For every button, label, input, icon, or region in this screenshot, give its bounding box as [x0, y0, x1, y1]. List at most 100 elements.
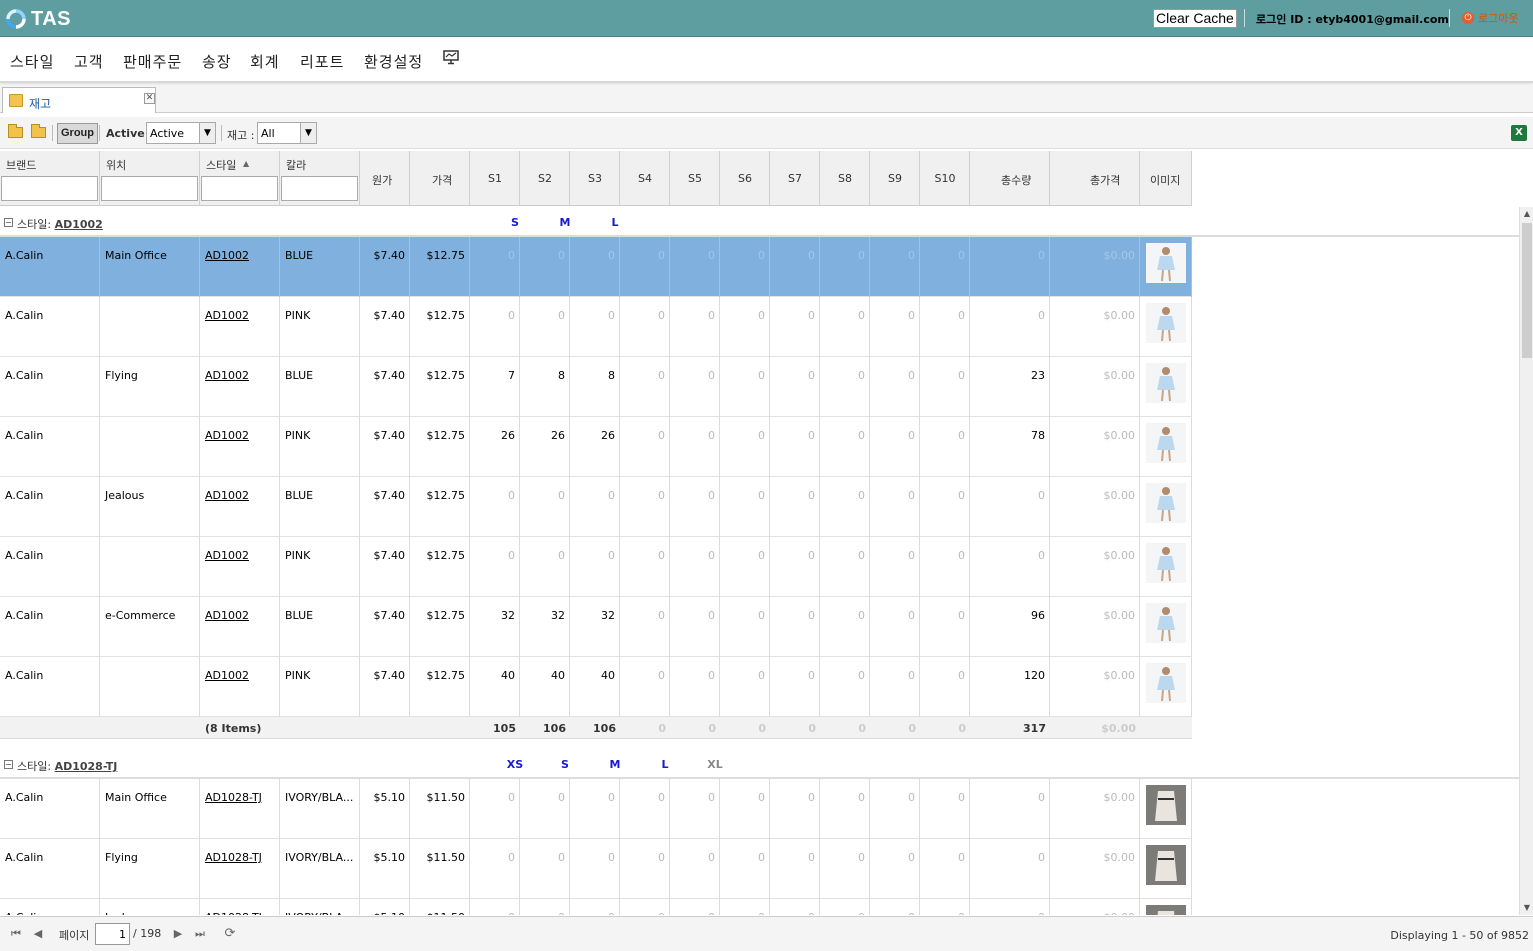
prev-page-icon[interactable]: ◀	[31, 927, 45, 941]
col-s1[interactable]: S1	[470, 151, 520, 206]
location-filter-input[interactable]	[101, 176, 198, 201]
app-logo[interactable]: TAS	[6, 7, 71, 31]
menu-item-accounting[interactable]: 회계	[250, 51, 280, 72]
table-row[interactable]: A.Calin Main Office AD1028-TJ IVORY/BLA... $…	[0, 779, 1192, 839]
location-cell: e-Commerce	[100, 597, 200, 657]
open-folder-icon[interactable]	[8, 124, 23, 138]
menu-item-settings[interactable]: 환경설정	[364, 51, 423, 72]
product-thumbnail[interactable]	[1146, 845, 1186, 885]
col-s6[interactable]: S6	[720, 151, 770, 206]
active-select[interactable]: Active ▼	[146, 122, 216, 144]
style-link[interactable]: AD1002	[205, 249, 249, 262]
menu-item-sales-order[interactable]: 판매주문	[123, 51, 182, 72]
col-cost[interactable]: 원가	[360, 151, 410, 206]
product-thumbnail[interactable]	[1146, 363, 1186, 403]
style-link[interactable]: AD1002	[205, 309, 249, 322]
next-page-icon[interactable]: ▶	[171, 927, 185, 941]
group-style-link[interactable]: AD1002	[55, 218, 103, 231]
close-icon[interactable]: ✕	[144, 93, 155, 104]
style-link[interactable]: AD1002	[205, 369, 249, 382]
style-link[interactable]: AD1002	[205, 609, 249, 622]
table-row[interactable]: A.Calin e-Commerce AD1002 BLUE $7.40 $12.75 32…	[0, 597, 1192, 657]
col-s3[interactable]: S3	[570, 151, 620, 206]
table-row[interactable]: A.Calin AD1002 PINK $7.40 $12.75 26 26 26 0 0 0 0 0 0…	[0, 417, 1192, 477]
table-row[interactable]: A.Calin Main Office AD1002 BLUE $7.40 $12.75 0…	[0, 237, 1192, 297]
table-row[interactable]: A.Calin AD1002 PINK $7.40 $12.75 40 40 40 0 0 0 0 0 0…	[0, 657, 1192, 717]
total-price-cell: $0.00	[1050, 237, 1140, 297]
style-link[interactable]: AD1028-TJ	[205, 851, 262, 864]
table-row[interactable]: A.Calin Jealous AD1002 BLUE $7.40 $12.75 0 0 0 0 0…	[0, 477, 1192, 537]
menu-item-style[interactable]: 스타일	[10, 51, 54, 72]
group-header[interactable]: − 스타일: AD1002 S M L	[0, 207, 1519, 237]
group-size-label: S	[561, 758, 569, 771]
folder-icon[interactable]	[31, 124, 46, 138]
inventory-select[interactable]: All ▼	[257, 122, 317, 144]
first-page-icon[interactable]: ⏮	[9, 927, 23, 941]
color-filter-input[interactable]	[281, 176, 358, 201]
scroll-up-icon[interactable]: ▲	[1520, 207, 1533, 221]
collapse-icon[interactable]: −	[4, 760, 13, 769]
col-price[interactable]: 가격	[410, 151, 470, 206]
style-link[interactable]: AD1002	[205, 489, 249, 502]
excel-export-icon[interactable]: X	[1511, 125, 1527, 141]
monitor-icon[interactable]	[443, 50, 459, 65]
col-s10[interactable]: S10	[920, 151, 970, 206]
product-thumbnail[interactable]	[1146, 423, 1186, 463]
page-number-input[interactable]: 1	[95, 923, 130, 945]
style-link[interactable]: AD1028-TJ	[205, 911, 262, 915]
style-link[interactable]: AD1028-TJ	[205, 791, 262, 804]
group-header[interactable]: − 스타일: AD1028-TJ XS S M L XL	[0, 749, 1519, 779]
table-row[interactable]: A.CalinJealous AD1028-TJ IVORY/BLA...$5.10…	[0, 899, 1192, 915]
col-brand[interactable]: 브랜드	[0, 151, 100, 206]
table-row[interactable]: A.Calin Flying AD1002 BLUE $7.40 $12.75 7 8 8 0 0 0…	[0, 357, 1192, 417]
product-thumbnail[interactable]	[1146, 603, 1186, 643]
col-s9[interactable]: S9	[870, 151, 920, 206]
col-style[interactable]: 스타일 ▲	[200, 151, 280, 206]
table-row[interactable]: A.Calin Flying AD1028-TJ IVORY/BLA... $5.10 $…	[0, 839, 1192, 899]
col-s5[interactable]: S5	[670, 151, 720, 206]
product-thumbnail[interactable]	[1146, 303, 1186, 343]
scroll-thumb[interactable]	[1522, 223, 1532, 358]
product-thumbnail[interactable]	[1146, 785, 1186, 825]
scroll-down-icon[interactable]: ▼	[1520, 901, 1533, 915]
style-link[interactable]: AD1002	[205, 549, 249, 562]
col-s8[interactable]: S8	[820, 151, 870, 206]
brand-filter-input[interactable]	[1, 176, 98, 201]
product-thumbnail[interactable]	[1146, 663, 1186, 703]
color-cell: BLUE	[280, 477, 360, 537]
menu-item-customer[interactable]: 고객	[74, 51, 104, 72]
summary-size-total: 0	[658, 722, 666, 735]
product-thumbnail[interactable]	[1146, 483, 1186, 523]
col-s7[interactable]: S7	[770, 151, 820, 206]
size-qty-cell: 8	[570, 357, 620, 417]
col-total-price[interactable]: 총가격	[1050, 151, 1140, 206]
style-link[interactable]: AD1002	[205, 429, 249, 442]
last-page-icon[interactable]: ⏭	[193, 927, 207, 941]
tab-inventory[interactable]: 재고 ✕	[2, 87, 156, 113]
menu-item-invoice[interactable]: 송장	[202, 51, 232, 72]
group-style-link[interactable]: AD1028-TJ	[55, 760, 118, 773]
clear-cache-button[interactable]: Clear Cache	[1153, 9, 1237, 28]
col-s2[interactable]: S2	[520, 151, 570, 206]
style-filter-input[interactable]	[201, 176, 278, 201]
table-row[interactable]: A.Calin AD1002 PINK $7.40 $12.75 0 0 0 0 0 0 0 0 0 0 0 $…	[0, 537, 1192, 597]
col-total-qty[interactable]: 총수량	[970, 151, 1050, 206]
table-row[interactable]: A.Calin AD1002 PINK $7.40 $12.75 0 0 0 0 0 0 0 0 0 0 0 $…	[0, 297, 1192, 357]
style-link[interactable]: AD1002	[205, 669, 249, 682]
logout-button[interactable]: ⏻ 로그아웃	[1462, 10, 1518, 26]
col-color[interactable]: 칼라	[280, 151, 360, 206]
group-button[interactable]: Group	[57, 123, 98, 144]
product-thumbnail[interactable]	[1146, 243, 1186, 283]
menu-item-report[interactable]: 리포트	[300, 51, 344, 72]
refresh-icon[interactable]: ⟳	[223, 927, 237, 941]
group-label: 스타일: AD1028-TJ	[17, 758, 117, 774]
product-thumbnail[interactable]	[1146, 543, 1186, 583]
col-location[interactable]: 위치	[100, 151, 200, 206]
col-s4[interactable]: S4	[620, 151, 670, 206]
vertical-scrollbar[interactable]: ▲ ▼	[1519, 207, 1533, 915]
col-image[interactable]: 이미지	[1140, 151, 1192, 206]
collapse-icon[interactable]: −	[4, 218, 13, 227]
size-qty-cell: 0	[520, 899, 570, 915]
size-qty-cell: 0	[870, 537, 920, 597]
product-thumbnail[interactable]	[1146, 905, 1186, 915]
